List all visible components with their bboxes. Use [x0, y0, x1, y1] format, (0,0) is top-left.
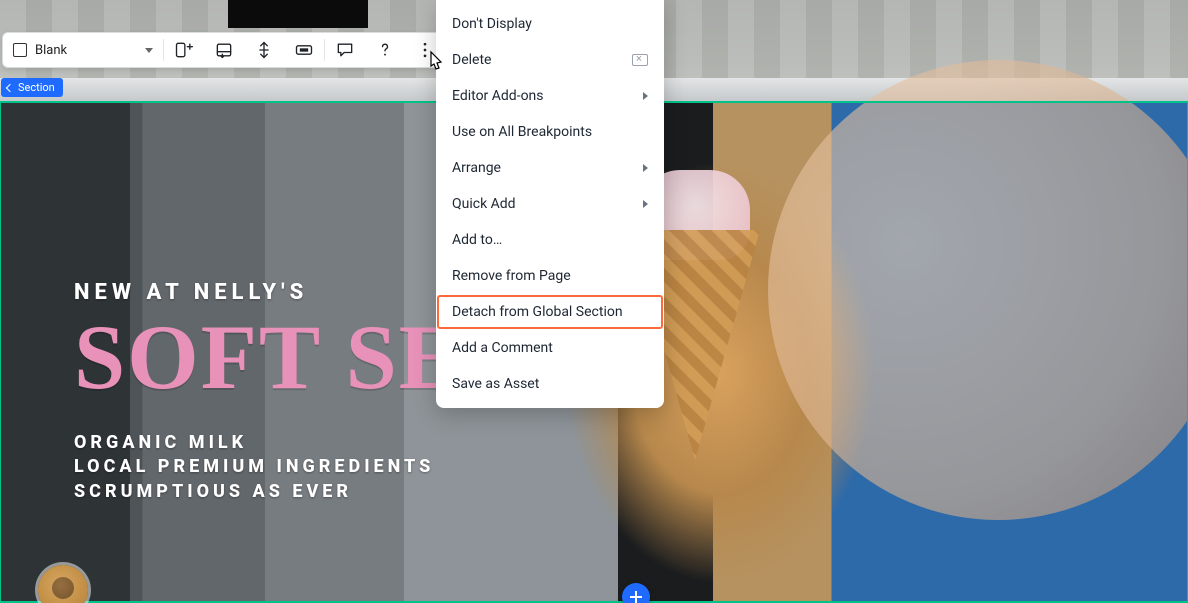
menu-item-label: Add to…: [452, 232, 502, 248]
background-blackbox: [228, 0, 368, 28]
help-icon: [375, 40, 395, 60]
comment-icon: [335, 40, 355, 60]
menu-item-label: Editor Add-ons: [452, 88, 544, 104]
menu-item-dont-display[interactable]: Don't Display: [436, 6, 664, 42]
menu-item-quick-add[interactable]: Quick Add: [436, 186, 664, 222]
hero-bullet-1: ORGANIC MILK: [74, 431, 659, 455]
vertical-align-icon: [254, 40, 274, 60]
section-dropdown[interactable]: Blank: [3, 33, 163, 67]
menu-item-add-comment[interactable]: Add a Comment: [436, 330, 664, 366]
menu-item-label: Quick Add: [452, 196, 516, 212]
menu-item-label: Detach from Global Section: [452, 304, 623, 320]
section-tag-label: Section: [18, 81, 55, 94]
menu-item-label: Arrange: [452, 160, 501, 176]
menu-item-arrange[interactable]: Arrange: [436, 150, 664, 186]
menu-item-remove-from-page[interactable]: Remove from Page: [436, 258, 664, 294]
duplicate-section-button[interactable]: [204, 32, 244, 68]
more-icon: [415, 40, 435, 60]
context-menu: Don't Display Delete Editor Add-ons Use …: [436, 0, 664, 408]
chevron-down-icon: [145, 48, 153, 53]
add-section-button[interactable]: [622, 583, 650, 603]
chevron-right-icon: [643, 92, 648, 100]
hero-bullets: ORGANIC MILK LOCAL PREMIUM INGREDIENTS S…: [74, 431, 659, 504]
menu-item-label: Add a Comment: [452, 340, 553, 356]
menu-item-editor-addons[interactable]: Editor Add-ons: [436, 78, 664, 114]
menu-item-save-as-asset[interactable]: Save as Asset: [436, 366, 664, 402]
plus-icon: [630, 591, 642, 603]
menu-item-label: Don't Display: [452, 16, 532, 32]
menu-item-add-to[interactable]: Add to…: [436, 222, 664, 258]
section-square-icon: [13, 43, 27, 57]
section-dropdown-label: Blank: [35, 43, 137, 58]
chevron-right-icon: [643, 164, 648, 172]
menu-item-delete[interactable]: Delete: [436, 42, 664, 78]
menu-item-use-all-breakpoints[interactable]: Use on All Breakpoints: [436, 114, 664, 150]
chevron-left-icon: [7, 84, 15, 92]
menu-item-label: Remove from Page: [452, 268, 571, 284]
menu-item-label: Use on All Breakpoints: [452, 124, 592, 140]
duplicate-section-icon: [214, 40, 234, 60]
chevron-right-icon: [643, 200, 648, 208]
delete-shortcut-icon: [632, 54, 648, 66]
full-width-icon: [294, 40, 314, 60]
add-column-button[interactable]: [164, 32, 204, 68]
hero-bullet-2: LOCAL PREMIUM INGREDIENTS: [74, 455, 659, 479]
menu-item-detach-global-section[interactable]: Detach from Global Section: [436, 294, 664, 330]
hero-bullet-3: SCRUMPTIOUS AS EVER: [74, 480, 659, 504]
menu-item-label: Save as Asset: [452, 376, 539, 392]
menu-item-label: Delete: [452, 52, 491, 68]
add-column-icon: [174, 40, 194, 60]
full-width-button[interactable]: [284, 32, 324, 68]
section-toolbar: Blank: [2, 32, 446, 68]
section-tag[interactable]: Section: [1, 78, 63, 97]
help-button[interactable]: [365, 32, 405, 68]
editor-canvas: Section Blank: [0, 0, 1188, 603]
vertical-align-button[interactable]: [244, 32, 284, 68]
comment-button[interactable]: [325, 32, 365, 68]
